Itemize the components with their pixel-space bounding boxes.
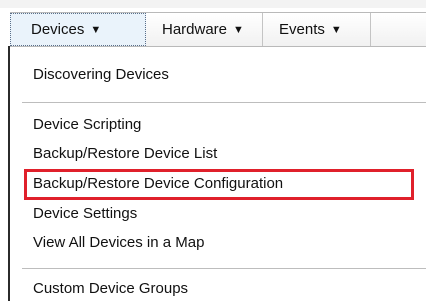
menu-separator — [22, 268, 426, 269]
menu-hardware[interactable]: Hardware ▼ — [146, 13, 263, 46]
menu-devices-label: Devices — [31, 21, 85, 38]
chevron-down-icon: ▼ — [233, 23, 244, 36]
menu-events-label: Events — [279, 21, 325, 38]
menu-hardware-label: Hardware — [162, 21, 228, 38]
menu-item-device-scripting[interactable]: Device Scripting — [33, 116, 141, 133]
menu-item-custom-device-groups[interactable]: Custom Device Groups — [33, 280, 188, 297]
menu-separator — [22, 102, 426, 103]
chevron-down-icon: ▼ — [90, 23, 102, 36]
screen: Devices ▼ Hardware ▼ Events ▼ Discoverin… — [0, 0, 426, 301]
menu-item-backup-restore-device-list[interactable]: Backup/Restore Device List — [33, 145, 217, 162]
menu-devices[interactable]: Devices ▼ — [10, 13, 146, 46]
menu-events[interactable]: Events ▼ — [263, 13, 371, 46]
menu-item-discovering-devices[interactable]: Discovering Devices — [33, 66, 169, 83]
highlight-annotation-box — [24, 169, 414, 200]
top-strip — [0, 0, 426, 8]
devices-dropdown-menu: Discovering Devices Device Scripting Bac… — [10, 47, 426, 301]
menu-item-view-all-devices-in-map[interactable]: View All Devices in a Map — [33, 234, 204, 251]
menubar: Devices ▼ Hardware ▼ Events ▼ — [10, 12, 426, 47]
menu-item-device-settings[interactable]: Device Settings — [33, 205, 137, 222]
chevron-down-icon: ▼ — [330, 23, 342, 36]
